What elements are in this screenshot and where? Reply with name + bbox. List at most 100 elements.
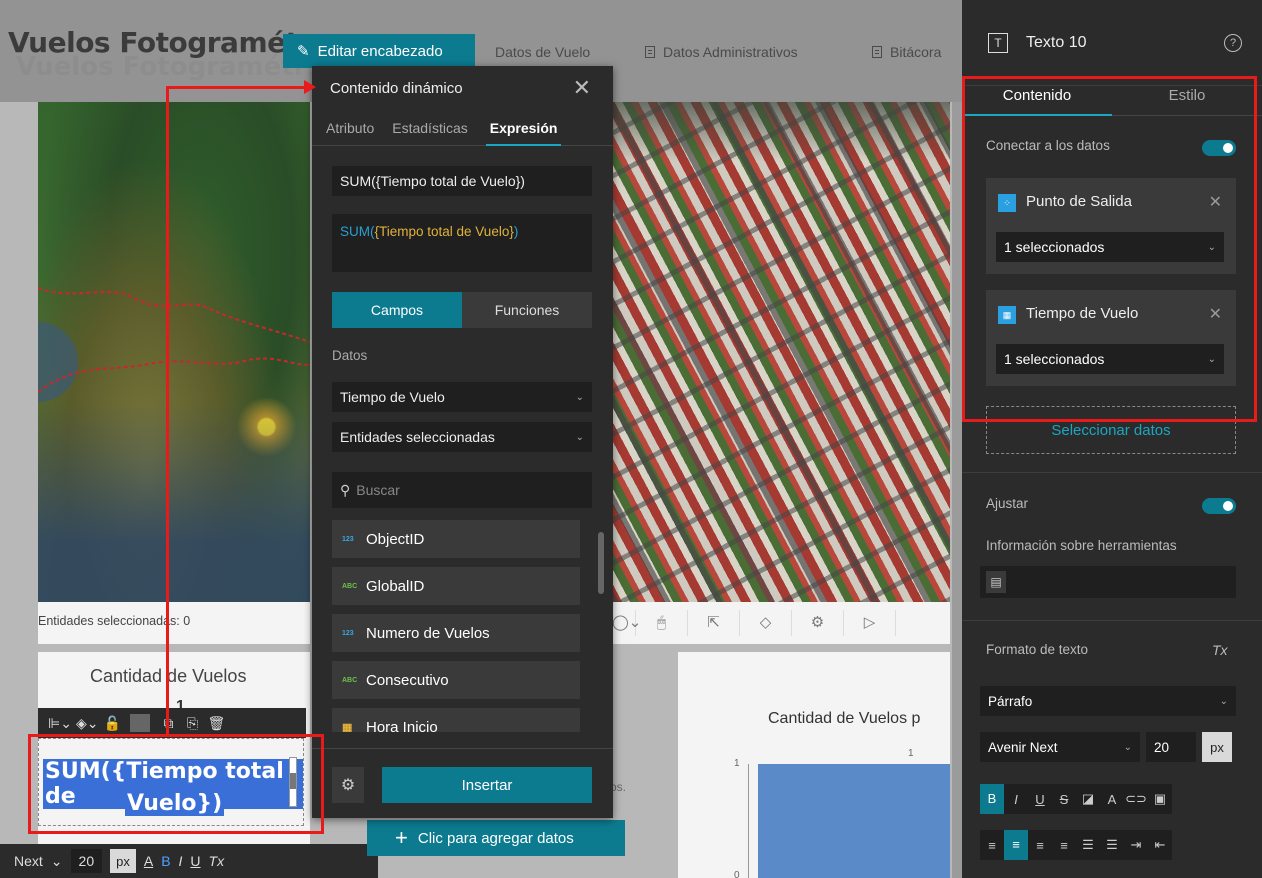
connect-data-toggle[interactable] [1202, 140, 1236, 156]
outdent-icon[interactable]: ⇤ [1148, 837, 1172, 853]
close-icon[interactable]: ✕ [573, 75, 591, 101]
strikethrough-button[interactable]: S [1052, 792, 1076, 807]
expression-input[interactable]: SUM({Tiempo total de Vuelo}) [332, 166, 592, 196]
map-widget-2d[interactable] [38, 102, 310, 602]
close-icon[interactable]: ✕ [1209, 192, 1222, 212]
font-color-icon[interactable]: A [1100, 792, 1124, 807]
unit-px[interactable]: px [110, 849, 136, 873]
panel-header: T Texto 10 ? [962, 0, 1262, 86]
document-icon[interactable]: ▤ [986, 571, 1006, 593]
font-family-select[interactable]: Next [14, 853, 43, 869]
numbered-list-icon[interactable]: ☰ [1100, 837, 1124, 853]
connect-data-label: Conectar a los datos [986, 138, 1110, 153]
tooltip-input[interactable]: ▤ [980, 566, 1236, 598]
expression-preview[interactable]: SUM({Tiempo total de Vuelo}) [332, 214, 592, 272]
nav-link-datos-administrativos[interactable]: Datos Administrativos [645, 44, 798, 60]
circle-select-icon[interactable]: ◯⌄ [612, 610, 641, 636]
image-icon[interactable]: ▣ [1148, 791, 1172, 807]
tab-atributo[interactable]: Atributo [326, 120, 374, 136]
field-list-scrollbar[interactable] [596, 520, 606, 732]
edit-header-button[interactable]: ✎ Editar encabezado [283, 34, 475, 68]
unlock-icon[interactable]: 🔓 [102, 715, 122, 732]
select-cursor-icon[interactable]: ⇱ [688, 610, 740, 636]
link-icon[interactable]: ⊂⊃ [1124, 791, 1148, 807]
divider [962, 620, 1262, 621]
help-icon[interactable]: ? [1224, 34, 1242, 52]
justify-icon[interactable]: ≡ [1052, 838, 1076, 853]
gear-icon: ⚙ [340, 777, 356, 794]
underline-button[interactable]: U [190, 853, 200, 869]
align-right-icon[interactable]: ≡ [1028, 838, 1052, 853]
font-size-input[interactable]: 20 [1146, 732, 1196, 762]
divider [962, 472, 1262, 473]
settings-button[interactable]: ⚙ [332, 767, 364, 803]
font-family-select[interactable]: Avenir Next ⌄ [980, 732, 1140, 762]
tab-estilo[interactable]: Estilo [1112, 76, 1262, 116]
string-type-icon: ABC [342, 676, 358, 684]
nav-link-bitacora[interactable]: Bitácora [872, 44, 941, 60]
field-search-input[interactable]: ⚲ Buscar [332, 472, 592, 508]
play-icon[interactable]: ▷ [844, 610, 896, 636]
bullet-list-icon[interactable]: ☰ [1076, 837, 1100, 853]
copy-icon[interactable]: ⎘ [182, 715, 202, 732]
nav-link-datos-vuelo[interactable]: Datos de Vuelo [495, 44, 590, 60]
field-item-globalid[interactable]: ABC GlobalID [332, 567, 580, 605]
layers-icon[interactable]: ◈⌄ [76, 715, 99, 732]
highlight-color-icon[interactable]: ◪ [1076, 791, 1100, 807]
selection-mode-value: 1 seleccionados [1004, 351, 1105, 367]
tab-funciones[interactable]: Funciones [462, 292, 592, 328]
text-widget-selected[interactable]: SUM({Tiempo total de Vuelo}) [38, 738, 304, 826]
tab-contenido[interactable]: Contenido [962, 76, 1112, 116]
add-data-button[interactable]: + Clic para agregar datos [367, 820, 625, 856]
close-icon[interactable]: ✕ [1209, 304, 1222, 324]
font-size-input[interactable]: 20 [70, 849, 103, 873]
data-source-select[interactable]: Tiempo de Vuelo ⌄ [332, 382, 592, 412]
settings-panel: T Texto 10 ? Contenido Estilo Conectar a… [962, 0, 1262, 878]
field-item-hora-inicio[interactable]: ▦ Hora Inicio [332, 708, 580, 732]
mouse-icon[interactable]: 🖱 [636, 610, 688, 636]
tab-expresion[interactable]: Expresión [485, 110, 562, 146]
nav-label: Datos Administrativos [663, 44, 798, 60]
italic-button[interactable]: I [179, 853, 183, 869]
text-scroll-thumb[interactable] [290, 773, 296, 789]
nav-label: Bitácora [890, 44, 942, 60]
bold-button[interactable]: B [980, 784, 1004, 814]
chevron-down-icon: ⌄ [50, 852, 63, 869]
align-icon[interactable]: ⊫⌄ [48, 715, 72, 732]
unit-px[interactable]: px [1202, 732, 1232, 762]
field-item-consecutivo[interactable]: ABC Consecutivo [332, 661, 580, 699]
insert-button[interactable]: Insertar [382, 767, 592, 803]
align-center-icon[interactable]: ≡ [1004, 830, 1028, 860]
adjust-toggle[interactable] [1202, 498, 1236, 514]
app-title[interactable]: Vuelos Fotogramétr [8, 26, 312, 59]
settings-icon[interactable]: ⚙ [792, 610, 844, 636]
chart-y-tick: 1 [734, 758, 740, 769]
entities-select[interactable]: Entidades seleccionadas ⌄ [332, 422, 592, 452]
eraser-icon[interactable]: ◇ [740, 610, 792, 636]
map-boundary-overlay [38, 287, 310, 393]
indent-icon[interactable]: ⇥ [1124, 837, 1148, 853]
scroll-thumb[interactable] [598, 532, 604, 594]
clear-format-button[interactable]: Tx [209, 853, 225, 869]
paragraph-select[interactable]: Párrafo ⌄ [980, 686, 1236, 716]
tab-estadisticas[interactable]: Estadísticas [392, 120, 467, 136]
field-item-objectid[interactable]: 123 ObjectID [332, 520, 580, 558]
select-data-button[interactable]: Seleccionar datos [986, 406, 1236, 454]
clear-format-icon[interactable]: Tx [1212, 642, 1228, 658]
italic-button[interactable]: I [1004, 792, 1028, 807]
selection-mode-select[interactable]: 1 seleccionados ⌄ [996, 232, 1224, 262]
chevron-down-icon: ⌄ [1207, 241, 1216, 253]
align-left-icon[interactable]: ≡ [980, 838, 1004, 853]
map-widget-3d[interactable] [612, 102, 950, 602]
chart-bar[interactable] [758, 764, 950, 878]
text-line-2[interactable]: Vuelo}) [125, 791, 225, 816]
selection-mode-select[interactable]: 1 seleccionados ⌄ [996, 344, 1224, 374]
tab-campos[interactable]: Campos [332, 292, 462, 328]
field-item-numero-vuelos[interactable]: 123 Numero de Vuelos [332, 614, 580, 652]
text-format-toolbar: Next ⌄ 20 px A B I U Tx [0, 844, 378, 878]
delete-icon[interactable]: 🗑 [206, 715, 226, 732]
underline-button[interactable]: U [1028, 792, 1052, 807]
font-color-icon[interactable]: A [144, 853, 153, 869]
bold-button[interactable]: B [161, 853, 170, 869]
chart-widget[interactable]: Cantidad de Vuelos p 1 1 0 [678, 652, 950, 878]
